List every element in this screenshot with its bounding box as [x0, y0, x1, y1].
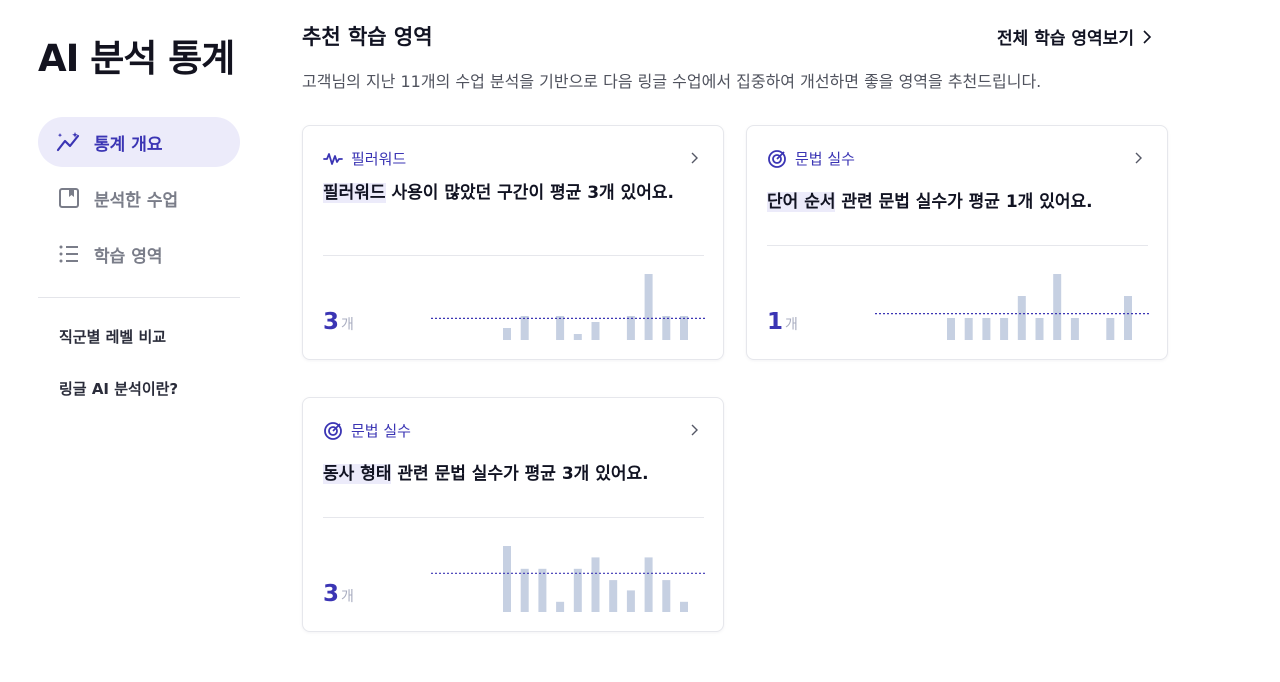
- chart-bar: [609, 580, 618, 612]
- chart-bar: [573, 334, 582, 340]
- chart-bar: [662, 580, 671, 612]
- sidebar-item-label: 분석한 수업: [94, 190, 179, 211]
- chart-bar: [644, 274, 653, 340]
- summary-highlight: 필러워드: [323, 183, 386, 203]
- chart-bar: [591, 557, 600, 612]
- count-display: 3 개: [323, 309, 354, 335]
- chart-bar: [680, 601, 688, 612]
- sidebar-item-label: 학습 영역: [94, 246, 163, 267]
- bar-chart: [431, 546, 705, 612]
- card-summary: 동사 형태 관련 문법 실수가 평균 3개 있어요.: [323, 459, 713, 489]
- chart-bar: [538, 568, 547, 612]
- sidebar: AI 분석 통계 통계 개요 분석한 수업 학습 영역 직군별 레벨 비교 링글…: [38, 0, 240, 682]
- see-all-label: 전체 학습 영역보기: [997, 29, 1134, 49]
- target-icon: [767, 149, 787, 169]
- page-description: 고객님의 지난 11개의 수업 분석을 기반으로 다음 링글 수업에서 집중하여…: [302, 72, 1042, 91]
- count-value: 1: [767, 309, 784, 335]
- chart-bar: [982, 318, 991, 340]
- card-category: 문법 실수: [795, 150, 855, 168]
- chart-bar: [1106, 318, 1115, 340]
- chart-bar: [503, 546, 511, 612]
- chart-bar: [1035, 318, 1044, 340]
- chart-bar: [556, 316, 565, 340]
- card-divider: [323, 517, 704, 518]
- count-unit: 개: [341, 317, 354, 333]
- recommendation-card[interactable]: 문법 실수 동사 형태 관련 문법 실수가 평균 3개 있어요. 3 개: [302, 397, 724, 632]
- summary-text: 관련 문법 실수가 평균 3개 있어요.: [391, 464, 649, 484]
- page-title: 추천 학습 영역: [302, 25, 433, 49]
- chevron-right-icon: [1135, 152, 1142, 164]
- chart-bar: [591, 322, 600, 340]
- recommendation-card[interactable]: 문법 실수 단어 순서 관련 문법 실수가 평균 1개 있어요. 1 개: [746, 125, 1168, 360]
- chart-bar: [626, 316, 635, 340]
- count-display: 3 개: [323, 581, 354, 607]
- chevron-right-icon: [691, 424, 698, 436]
- chart-bar: [1000, 318, 1009, 340]
- bar-chart: [875, 274, 1149, 340]
- count-unit: 개: [785, 317, 798, 333]
- sidebar-item-learning-areas[interactable]: 학습 영역: [38, 229, 240, 279]
- target-icon: [323, 421, 343, 441]
- chart-bar: [556, 601, 565, 612]
- summary-highlight: 단어 순서: [767, 192, 836, 212]
- card-category: 문법 실수: [351, 422, 411, 440]
- chevron-right-icon: [1142, 29, 1154, 44]
- waveform-icon: [323, 149, 343, 169]
- chart-bar: [1070, 318, 1079, 340]
- chart-bar: [680, 316, 688, 340]
- sparkline-icon: [56, 129, 82, 155]
- chart-bar: [644, 557, 653, 612]
- chevron-right-icon: [691, 152, 698, 164]
- count-display: 1 개: [767, 309, 798, 335]
- chart-bar: [1053, 274, 1062, 340]
- sidebar-item-overview[interactable]: 통계 개요: [38, 117, 240, 167]
- ringle-ai-about-link[interactable]: 링글 AI 분석이란?: [59, 378, 178, 399]
- sidebar-item-label: 통계 개요: [94, 134, 163, 155]
- bar-chart: [431, 274, 705, 340]
- summary-text: 사용이 많았던 구간이 평균 3개 있어요.: [385, 183, 674, 203]
- summary-highlight: 동사 형태: [323, 464, 392, 484]
- app-title: AI 분석 통계: [38, 37, 235, 80]
- count-value: 3: [323, 581, 340, 607]
- chart-bar: [1017, 296, 1026, 340]
- summary-text: 관련 문법 실수가 평균 1개 있어요.: [835, 192, 1093, 212]
- chart-bar: [503, 328, 511, 340]
- card-divider: [323, 255, 704, 256]
- chart-bar: [662, 316, 671, 340]
- sidebar-item-analyzed-lessons[interactable]: 분석한 수업: [38, 173, 240, 223]
- card-summary: 단어 순서 관련 문법 실수가 평균 1개 있어요.: [767, 187, 1157, 217]
- chart-bar: [1124, 296, 1132, 340]
- bookmark-icon: [56, 185, 82, 211]
- sidebar-nav: 통계 개요 분석한 수업 학습 영역: [38, 117, 240, 285]
- list-icon: [56, 241, 82, 267]
- chart-bar: [947, 318, 955, 340]
- card-divider: [767, 245, 1148, 246]
- chart-bar: [626, 590, 635, 612]
- sidebar-divider: [38, 297, 240, 298]
- card-category: 필러워드: [351, 150, 407, 168]
- card-summary: 필러워드 사용이 많았던 구간이 평균 3개 있어요.: [323, 178, 683, 208]
- count-value: 3: [323, 309, 340, 335]
- chart-bar: [573, 568, 582, 612]
- chart-bar: [964, 318, 973, 340]
- chart-bar: [520, 316, 529, 340]
- chart-bar: [520, 568, 529, 612]
- count-unit: 개: [341, 589, 354, 605]
- recommendation-card[interactable]: 필러워드 필러워드 사용이 많았던 구간이 평균 3개 있어요. 3 개: [302, 125, 724, 360]
- level-comparison-link[interactable]: 직군별 레벨 비교: [59, 326, 166, 347]
- see-all-link[interactable]: 전체 학습 영역보기: [997, 24, 1154, 49]
